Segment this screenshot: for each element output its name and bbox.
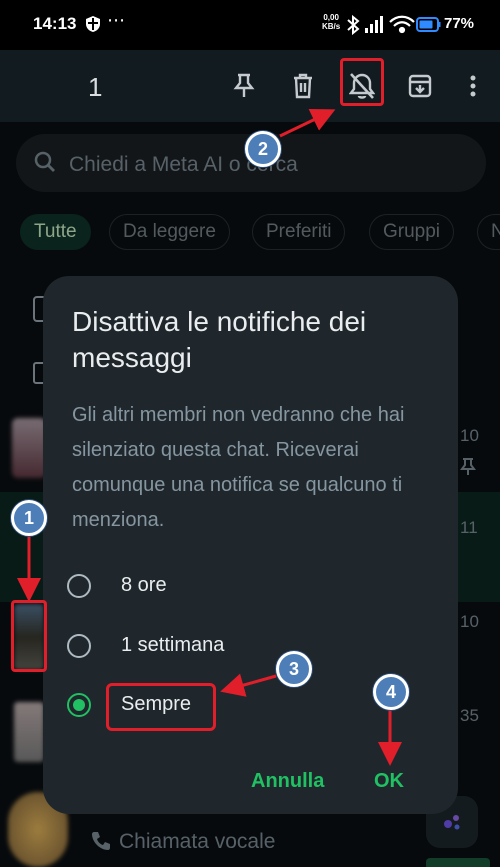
- step-marker-2: 2: [245, 131, 281, 167]
- status-bar: 14:13 ⋯ 0,00 KB/s 77%: [0, 0, 500, 50]
- radio-button[interactable]: [67, 634, 91, 658]
- step-marker-1: 1: [11, 500, 47, 536]
- step-marker-4: 4: [373, 674, 409, 710]
- selection-action-bar: 1: [0, 50, 500, 122]
- sempre-highlight-box: [106, 683, 216, 731]
- dialog-title: Disattiva le notifiche dei messaggi: [72, 306, 367, 373]
- signal-icon: [365, 16, 383, 33]
- wifi-icon: [389, 15, 415, 34]
- selected-count: 1: [88, 72, 103, 102]
- option-1-week[interactable]: 1 settimana: [67, 626, 387, 666]
- pin-icon[interactable]: [226, 68, 262, 104]
- mute-highlight-box: [340, 58, 384, 106]
- delete-icon[interactable]: [285, 68, 321, 104]
- step-marker-3: 3: [276, 651, 312, 687]
- option-8-hours[interactable]: 8 ore: [67, 566, 387, 606]
- radio-button[interactable]: [67, 574, 91, 598]
- battery-percentage: 77%: [444, 15, 475, 32]
- more-options-icon[interactable]: [455, 68, 491, 104]
- status-time: 14:13: [33, 14, 77, 33]
- radio-button-checked[interactable]: [67, 693, 91, 717]
- status-icons: [345, 13, 441, 42]
- avatar-highlight-box: [11, 600, 47, 672]
- shield-icon: [85, 15, 101, 38]
- network-speed: 0,00 KB/s: [322, 13, 341, 31]
- dialog-body: Gli altri membri non vedranno che hai si…: [72, 404, 405, 531]
- option-label: 1 settimana: [121, 634, 225, 656]
- status-overflow-icon: ⋯: [107, 10, 126, 30]
- archive-icon[interactable]: [402, 68, 438, 104]
- bluetooth-icon: [347, 14, 360, 36]
- ok-button[interactable]: OK: [374, 770, 404, 793]
- option-label: 8 ore: [121, 574, 167, 596]
- cancel-button[interactable]: Annulla: [251, 770, 324, 793]
- mute-notifications-dialog: Disattiva le notifiche dei messaggi Gli …: [43, 276, 458, 814]
- battery-icon: [416, 17, 441, 32]
